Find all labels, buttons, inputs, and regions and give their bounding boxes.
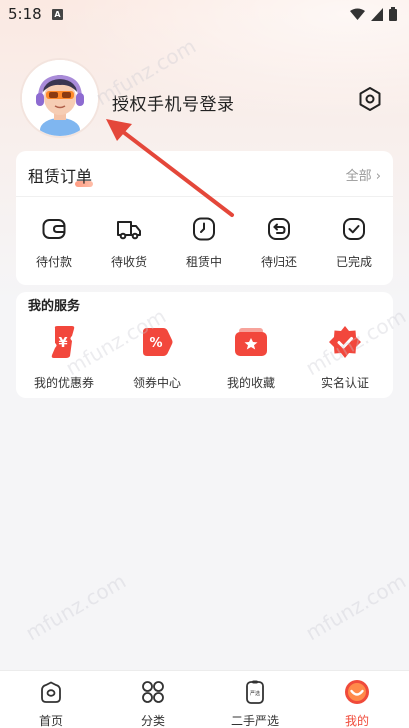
order-pending-payment[interactable]: 待付款 <box>19 216 89 270</box>
battery-icon <box>389 7 397 21</box>
nav-secondhand[interactable]: 严选 二手严选 <box>215 679 295 728</box>
divider <box>16 196 393 197</box>
nav-profile[interactable]: 我的 <box>317 679 397 728</box>
order-label: 待归还 <box>260 255 297 269</box>
service-label: 领券中心 <box>132 376 181 390</box>
order-renting[interactable]: 租赁中 <box>169 216 239 270</box>
return-icon <box>268 218 290 240</box>
wallet-icon <box>42 219 66 239</box>
service-label: 我的收藏 <box>226 376 275 390</box>
status-time: 5:18 <box>8 5 42 23</box>
truck-icon <box>117 221 141 240</box>
settings-hexagon-icon <box>359 87 381 111</box>
notification-a-icon: A <box>52 9 63 20</box>
all-orders-link[interactable]: 全部 › <box>346 165 381 184</box>
nav-label: 分类 <box>140 714 165 728</box>
order-label: 待收货 <box>110 255 147 269</box>
order-label: 待付款 <box>35 255 72 269</box>
settings-button[interactable] <box>357 86 383 112</box>
services-title: 我的服务 <box>28 299 81 314</box>
signal-icon <box>371 7 383 21</box>
status-bar: 5:18 A <box>0 0 409 30</box>
order-pending-return[interactable]: 待归还 <box>244 216 314 270</box>
avatar[interactable] <box>22 60 98 136</box>
svg-text:¥: ¥ <box>58 336 67 351</box>
order-pending-delivery[interactable]: 待收货 <box>94 216 164 270</box>
svg-text:严选: 严选 <box>250 690 260 697</box>
nav-label: 首页 <box>38 714 63 728</box>
rental-orders-card: 租赁订单 全部 › 待付款 待收货 租赁中 待归还 已完成 <box>16 151 393 285</box>
nav-home[interactable]: 首页 <box>11 679 91 728</box>
check-icon <box>343 218 365 240</box>
chevron-right-icon: › <box>375 169 381 184</box>
watermark: mfunz.com <box>301 568 409 646</box>
secondhand-icon: 严选 <box>246 680 264 704</box>
watermark: mfunz.com <box>21 568 130 646</box>
all-orders-label: 全部 <box>345 169 372 184</box>
service-my-favorites[interactable]: 我的收藏 <box>206 324 296 391</box>
status-icons <box>350 7 397 21</box>
order-label: 已完成 <box>335 255 372 269</box>
category-icon <box>142 681 164 703</box>
nav-category[interactable]: 分类 <box>113 679 193 728</box>
home-icon <box>41 681 61 703</box>
order-completed[interactable]: 已完成 <box>319 216 389 270</box>
bottom-navigation: 首页 分类 严选 二手严选 我的 <box>0 670 409 728</box>
nav-label: 二手严选 <box>230 714 279 728</box>
nav-label: 我的 <box>344 714 369 728</box>
orders-title: 租赁订单 <box>28 167 93 186</box>
svg-text:%: % <box>149 336 162 351</box>
order-label: 租赁中 <box>185 255 222 269</box>
profile-icon <box>345 680 369 704</box>
avatar-character-icon <box>22 60 98 136</box>
clock-icon <box>193 217 215 241</box>
wifi-icon <box>350 8 365 20</box>
service-label: 我的优惠券 <box>33 376 94 390</box>
favorites-icon <box>235 328 267 356</box>
